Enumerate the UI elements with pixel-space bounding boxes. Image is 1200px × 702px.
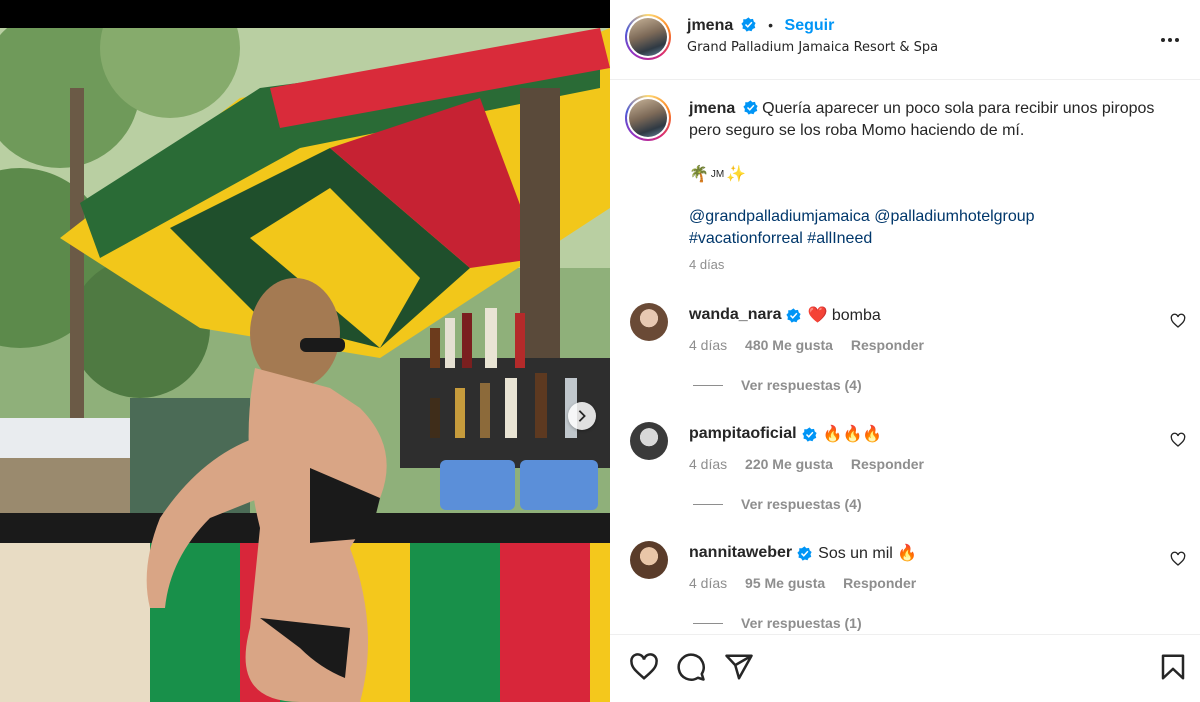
- sparkles-icon: ✨: [726, 166, 747, 183]
- heart-icon[interactable]: [1170, 432, 1186, 448]
- follow-button[interactable]: Seguir: [785, 17, 835, 34]
- comment-time[interactable]: 4 días: [689, 575, 727, 591]
- next-photo-button[interactable]: [568, 402, 596, 430]
- view-replies-label: Ver respuestas (1): [741, 615, 862, 631]
- comment-meta: 4 días 480 Me gusta Responder: [689, 337, 938, 353]
- caption-timestamp[interactable]: 4 días: [689, 257, 724, 272]
- bookmark-icon[interactable]: [1158, 652, 1188, 682]
- comment-meta: 4 días 95 Me gusta Responder: [689, 575, 930, 591]
- caption-body: Quería aparecer un poco sola para recibi…: [689, 100, 1155, 139]
- comment-time[interactable]: 4 días: [689, 456, 727, 472]
- commenter-avatar[interactable]: [630, 303, 668, 341]
- verified-badge-icon: [743, 100, 758, 115]
- verified-badge-icon: [786, 307, 802, 323]
- caption-username[interactable]: jmena: [689, 100, 735, 117]
- view-replies-button[interactable]: Ver respuestas (4): [693, 377, 862, 393]
- more-options-button[interactable]: [1158, 28, 1182, 52]
- caption-mentions-line[interactable]: @grandpalladiumjamaica @palladiumhotelgr…: [689, 206, 1179, 228]
- replies-divider: [693, 503, 723, 505]
- commenter-avatar[interactable]: [630, 541, 668, 579]
- comment-username[interactable]: nannitaweber: [689, 544, 792, 562]
- verified-badge-icon: [797, 545, 812, 561]
- replies-divider: [693, 622, 723, 624]
- share-icon[interactable]: [724, 652, 754, 682]
- comment-text: ❤️ bomba: [807, 307, 881, 324]
- author-username[interactable]: jmena: [687, 17, 733, 34]
- post-media[interactable]: [0, 0, 610, 702]
- caption-avatar[interactable]: [625, 95, 671, 141]
- comment-item: pampitaoficial 🔥🔥🔥 4 días 220 Me gusta R…: [610, 422, 1200, 541]
- comment-icon[interactable]: [676, 652, 706, 682]
- comment-reply-button[interactable]: Responder: [851, 456, 924, 472]
- comment-meta: 4 días 220 Me gusta Responder: [689, 456, 938, 472]
- view-replies-label: Ver respuestas (4): [741, 496, 862, 512]
- header-dot: •: [768, 17, 774, 33]
- comment-text: 🔥🔥🔥: [822, 426, 883, 443]
- media-top-bar: [0, 0, 610, 28]
- more-options-icon: [1161, 38, 1179, 42]
- comment-time[interactable]: 4 días: [689, 337, 727, 353]
- palm-tree-icon: 🌴: [689, 166, 709, 183]
- caption-mentions: @grandpalladiumjamaica @palladiumhotelgr…: [689, 206, 1179, 250]
- comment-likes[interactable]: 95 Me gusta: [745, 575, 825, 591]
- view-replies-button[interactable]: Ver respuestas (4): [693, 496, 862, 512]
- verified-badge-icon: [801, 426, 817, 442]
- view-replies-button[interactable]: Ver respuestas (1): [693, 615, 862, 631]
- comment-main: wanda_nara ❤️ bomba: [689, 305, 881, 325]
- jm-text: JM: [710, 168, 725, 180]
- chevron-right-icon: [578, 410, 586, 422]
- caption-emoji-line: 🌴 JM ✨: [689, 164, 746, 184]
- commenter-avatar[interactable]: [630, 422, 668, 460]
- post-header: jmena • Seguir Grand Palladium Jamaica R…: [610, 0, 1200, 80]
- author-avatar[interactable]: [625, 14, 671, 60]
- header-text: jmena • Seguir Grand Palladium Jamaica R…: [687, 17, 938, 55]
- comment-username[interactable]: pampitaoficial: [689, 425, 797, 443]
- post-photo[interactable]: [0, 28, 610, 702]
- comment-reply-button[interactable]: Responder: [851, 337, 924, 353]
- comment-username[interactable]: wanda_nara: [689, 306, 781, 324]
- post-location[interactable]: Grand Palladium Jamaica Resort & Spa: [687, 40, 938, 55]
- post-panel: jmena • Seguir Grand Palladium Jamaica R…: [610, 0, 1200, 702]
- comment-likes[interactable]: 480 Me gusta: [745, 337, 833, 353]
- verified-badge-icon: [741, 17, 756, 32]
- comment-text: Sos un mil 🔥: [818, 545, 918, 562]
- heart-icon[interactable]: [629, 652, 659, 682]
- photo-illustration: [0, 28, 610, 702]
- heart-icon[interactable]: [1170, 551, 1186, 567]
- comment-main: nannitaweber Sos un mil 🔥: [689, 543, 917, 563]
- comment-reply-button[interactable]: Responder: [843, 575, 916, 591]
- caption-text: jmena Quería aparecer un poco sola para …: [689, 98, 1179, 142]
- comment-item: wanda_nara ❤️ bomba 4 días 480 Me gusta …: [610, 303, 1200, 422]
- replies-divider: [693, 384, 723, 386]
- heart-icon[interactable]: [1170, 313, 1186, 329]
- caption-hashtags-line[interactable]: #vacationforreal #allIneed: [689, 228, 1179, 250]
- action-bar: [610, 634, 1200, 702]
- view-replies-label: Ver respuestas (4): [741, 377, 862, 393]
- comment-main: pampitaoficial 🔥🔥🔥: [689, 424, 882, 444]
- comment-likes[interactable]: 220 Me gusta: [745, 456, 833, 472]
